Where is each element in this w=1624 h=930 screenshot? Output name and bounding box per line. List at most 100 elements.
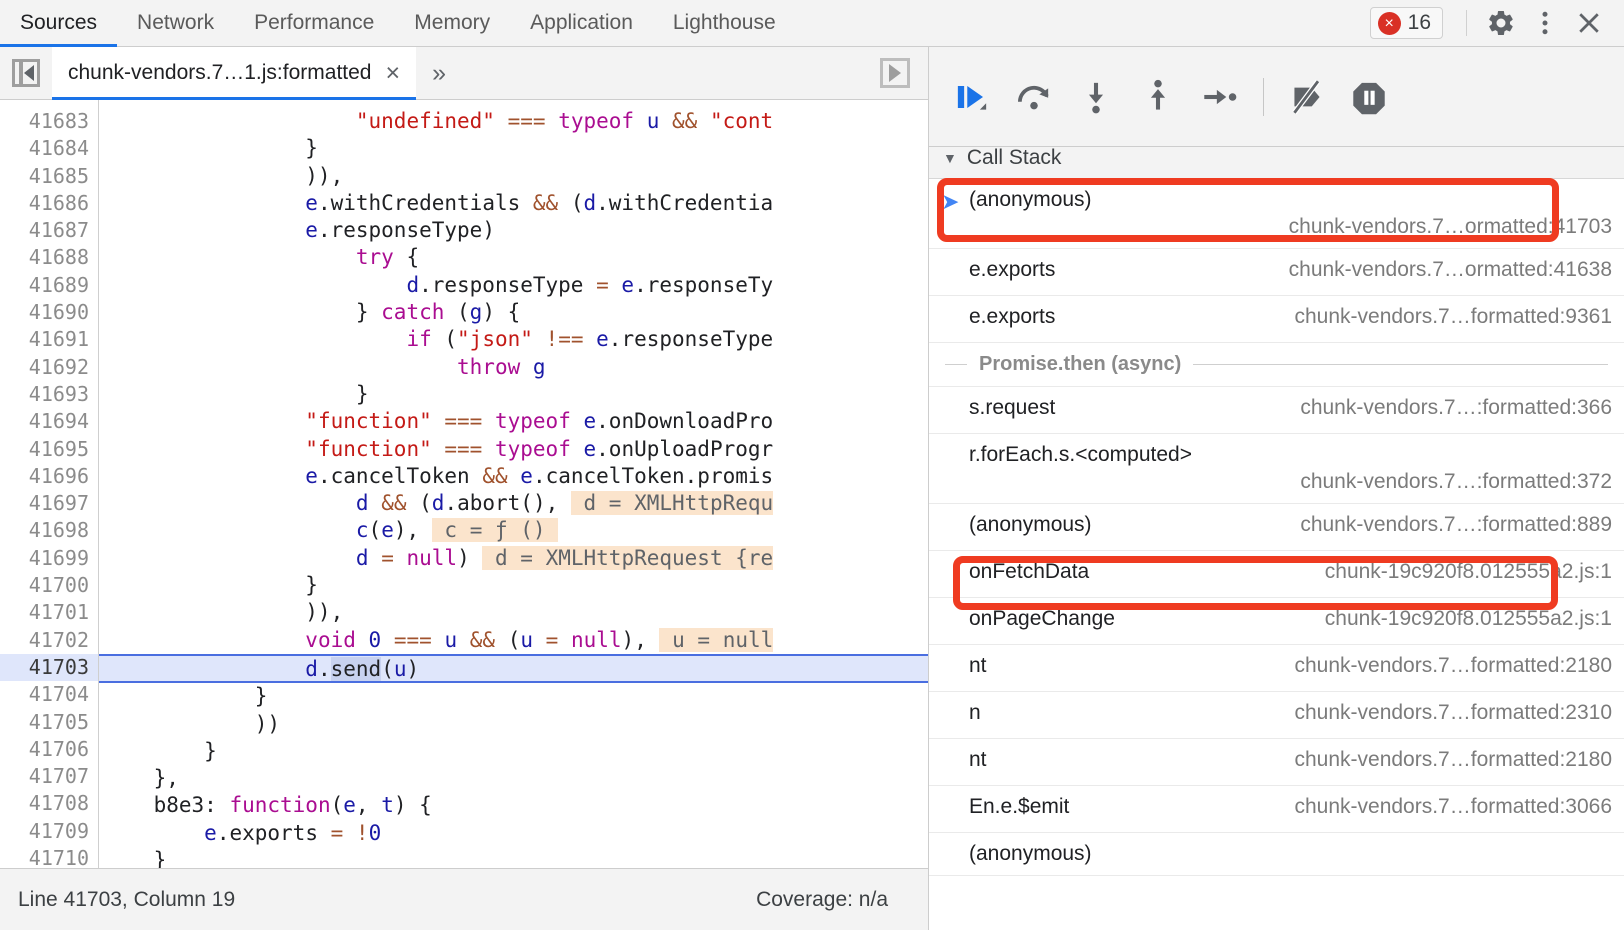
- tab-memory[interactable]: Memory: [394, 0, 510, 46]
- close-icon[interactable]: ×: [385, 60, 400, 86]
- step-over-button[interactable]: [1007, 70, 1061, 124]
- line-number[interactable]: 41702: [0, 627, 98, 654]
- chevron-down-icon[interactable]: ▼: [943, 150, 957, 166]
- code-line[interactable]: "function" === typeof e.onDownloadPro: [99, 408, 928, 435]
- line-number[interactable]: 41709: [0, 818, 98, 845]
- code-line[interactable]: }: [99, 572, 928, 599]
- call-stack-frame[interactable]: ➤ (anonymous) chunk-vendors.7…ormatted:417…: [929, 179, 1624, 249]
- call-stack-frame[interactable]: (anonymous): [929, 833, 1624, 876]
- tab-lighthouse[interactable]: Lighthouse: [653, 0, 796, 46]
- debugger-scroll-area[interactable]: ▶ Closure (b50d) ▶ Global Window ▼ Call …: [929, 47, 1624, 930]
- line-number[interactable]: 41701: [0, 599, 98, 626]
- code-line[interactable]: d = null) d = XMLHttpRequest {re: [99, 545, 928, 572]
- code-line[interactable]: try {: [99, 244, 928, 271]
- code-line[interactable]: "undefined" === typeof u && "cont: [99, 108, 928, 135]
- code-line-current[interactable]: d.send(u): [99, 653, 928, 684]
- code-line[interactable]: if ("json" !== e.responseType: [99, 326, 928, 353]
- call-stack-list[interactable]: ➤ (anonymous) chunk-vendors.7…ormatted:417…: [929, 179, 1624, 876]
- code-line[interactable]: },: [99, 765, 928, 792]
- call-stack-frame[interactable]: En.e.$emit chunk-vendors.7…formatted:3066: [929, 786, 1624, 833]
- code-line[interactable]: )),: [99, 163, 928, 190]
- more-vertical-icon[interactable]: [1524, 2, 1566, 44]
- line-number[interactable]: 41684: [0, 135, 98, 162]
- code-line[interactable]: e.cancelToken && e.cancelToken.promis: [99, 463, 928, 490]
- code-content[interactable]: "undefined" === typeof u && "cont } )), …: [99, 100, 928, 868]
- line-number[interactable]: 41703: [0, 653, 98, 682]
- code-line[interactable]: )),: [99, 599, 928, 626]
- line-number[interactable]: 41688: [0, 244, 98, 271]
- call-stack-frame[interactable]: onFetchData chunk-19c920f8.012555a2.js:1: [929, 551, 1624, 598]
- call-stack-frame[interactable]: r.forEach.s.<computed> chunk-vendors.7…:f…: [929, 434, 1624, 504]
- line-number[interactable]: 41689: [0, 272, 98, 299]
- line-number-gutter[interactable]: 41683 41684 41685 41686 41687 41688 41689 41690…: [0, 100, 99, 868]
- line-number[interactable]: 41694: [0, 408, 98, 435]
- code-line[interactable]: }: [99, 381, 928, 408]
- code-line[interactable]: c(e), c = ƒ (): [99, 517, 928, 544]
- call-stack-frame[interactable]: e.exports chunk-vendors.7…ormatted:41638: [929, 249, 1624, 296]
- settings-gear-icon[interactable]: [1480, 2, 1522, 44]
- error-count-badge[interactable]: × 16: [1369, 7, 1443, 39]
- line-number[interactable]: 41686: [0, 190, 98, 217]
- line-number[interactable]: 41695: [0, 436, 98, 463]
- pause-on-exceptions-button[interactable]: [1342, 70, 1396, 124]
- line-number[interactable]: 41710: [0, 845, 98, 868]
- code-line[interactable]: e.withCredentials && (d.withCredentia: [99, 190, 928, 217]
- line-number[interactable]: 41708: [0, 790, 98, 817]
- line-number[interactable]: 41690: [0, 299, 98, 326]
- call-stack-frame[interactable]: (anonymous) chunk-vendors.7…:formatted:88…: [929, 504, 1624, 551]
- code-line[interactable]: }: [99, 847, 928, 868]
- call-stack-frame[interactable]: onPageChange chunk-19c920f8.012555a2.js:1: [929, 598, 1624, 645]
- code-line[interactable]: b8e3: function(e, t) {: [99, 792, 928, 819]
- code-line[interactable]: throw g: [99, 354, 928, 381]
- line-number[interactable]: 41704: [0, 681, 98, 708]
- close-icon[interactable]: [1568, 2, 1610, 44]
- code-line[interactable]: }: [99, 738, 928, 765]
- code-line[interactable]: } catch (g) {: [99, 299, 928, 326]
- step-button[interactable]: [1193, 70, 1247, 124]
- step-out-button[interactable]: [1131, 70, 1185, 124]
- tab-sources[interactable]: Sources: [0, 0, 118, 47]
- tab-label: Performance: [254, 11, 375, 34]
- call-stack-frame[interactable]: nt chunk-vendors.7…formatted:2180: [929, 739, 1624, 786]
- code-line[interactable]: "function" === typeof e.onUploadProgr: [99, 436, 928, 463]
- call-stack-frame[interactable]: nt chunk-vendors.7…formatted:2180: [929, 645, 1624, 692]
- tab-performance[interactable]: Performance: [234, 0, 394, 46]
- line-number[interactable]: 41707: [0, 763, 98, 790]
- line-number[interactable]: 41685: [0, 163, 98, 190]
- deactivate-breakpoints-button[interactable]: [1280, 70, 1334, 124]
- code-editor[interactable]: 41683 41684 41685 41686 41687 41688 41689 41690…: [0, 100, 928, 868]
- tab-label: Sources: [20, 11, 98, 34]
- line-number[interactable]: 41687: [0, 217, 98, 244]
- tab-application[interactable]: Application: [510, 0, 653, 46]
- line-number[interactable]: 41692: [0, 354, 98, 381]
- editor-tab-chunk-vendors[interactable]: chunk-vendors.7…1.js:formatted ×: [52, 47, 417, 100]
- code-line[interactable]: e.responseType): [99, 217, 928, 244]
- line-number[interactable]: 41699: [0, 545, 98, 572]
- more-tabs-icon[interactable]: »: [416, 47, 462, 99]
- line-number[interactable]: 41696: [0, 463, 98, 490]
- code-line[interactable]: e.exports = !0: [99, 820, 928, 847]
- step-into-button[interactable]: [1069, 70, 1123, 124]
- code-line[interactable]: }: [99, 683, 928, 710]
- line-number[interactable]: 41691: [0, 326, 98, 353]
- line-number[interactable]: 41700: [0, 572, 98, 599]
- line-number[interactable]: 41697: [0, 490, 98, 517]
- call-stack-frame[interactable]: n chunk-vendors.7…formatted:2310: [929, 692, 1624, 739]
- call-stack-frame[interactable]: s.request chunk-vendors.7…:formatted:366: [929, 387, 1624, 434]
- line-number[interactable]: 41705: [0, 709, 98, 736]
- code-line[interactable]: void 0 === u && (u = null), u = null: [99, 627, 928, 654]
- show-debugger-icon[interactable]: [880, 47, 928, 99]
- code-line[interactable]: d.responseType = e.responseTy: [99, 272, 928, 299]
- resume-script-execution-button[interactable]: [945, 70, 999, 124]
- code-line[interactable]: }: [99, 135, 928, 162]
- line-number[interactable]: 41706: [0, 736, 98, 763]
- line-number[interactable]: 41683: [0, 108, 98, 135]
- line-number[interactable]: 41693: [0, 381, 98, 408]
- frame-function-name: onPageChange: [969, 607, 1115, 630]
- show-navigator-icon[interactable]: [0, 47, 52, 99]
- tab-network[interactable]: Network: [117, 0, 234, 46]
- code-line[interactable]: d && (d.abort(), d = XMLHttpRequ: [99, 490, 928, 517]
- code-line[interactable]: )): [99, 711, 928, 738]
- line-number[interactable]: 41698: [0, 517, 98, 544]
- call-stack-frame[interactable]: e.exports chunk-vendors.7…formatted:9361: [929, 296, 1624, 343]
